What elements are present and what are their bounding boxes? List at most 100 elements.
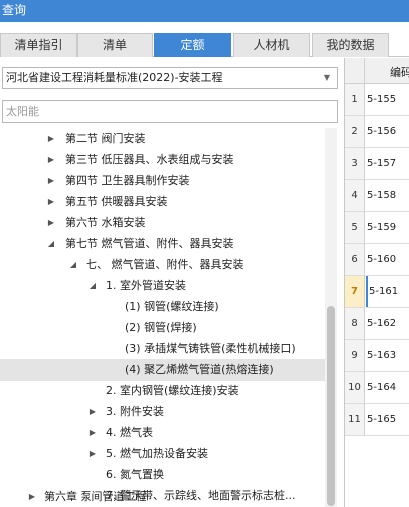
row-number: 8 bbox=[345, 308, 365, 339]
tree-node[interactable]: (2) 钢管(焊接) bbox=[0, 317, 325, 339]
tree-node[interactable]: ▶ 3. 附件安装 bbox=[0, 401, 325, 423]
tree-node[interactable]: ◢ 1. 室外管道安装 bbox=[0, 275, 325, 297]
tree-node-label: 第六章 泵间管道工程 bbox=[44, 490, 147, 503]
tree-node-label: 3. 附件安装 bbox=[106, 405, 164, 418]
tree-node-label: 4. 燃气表 bbox=[106, 426, 153, 439]
tree-scrollbar[interactable] bbox=[325, 128, 337, 507]
tree-node[interactable]: ▶ 第三节 低压器具、水表组成与安装 bbox=[0, 149, 325, 171]
tree-node-selected[interactable]: (4) 聚乙烯燃气管道(热熔连接) bbox=[0, 359, 325, 381]
row-number: 4 bbox=[345, 180, 365, 211]
tree-node[interactable]: ▶ 第四节 卫生器具制作安装 bbox=[0, 170, 325, 192]
table-row[interactable]: 5 5-159 bbox=[345, 212, 409, 244]
tree-node[interactable]: ◢ 第七节 燃气管道、附件、器具安装 bbox=[0, 233, 325, 255]
table-row[interactable]: 11 5-165 bbox=[345, 404, 409, 436]
tree-node[interactable]: ▶ 5. 燃气加热设备安装 bbox=[0, 443, 325, 465]
row-code[interactable]: 5-164 bbox=[367, 372, 396, 403]
tree-node-label: 第二节 阀门安装 bbox=[65, 132, 146, 145]
tree-node[interactable]: (3) 承插煤气铸铁管(柔性机械接口) bbox=[0, 338, 325, 360]
quota-tree: ▶ 第二节 阀门安装 ▶ 第三节 低压器具、水表组成与安装 ▶ 第四节 卫生器具… bbox=[0, 128, 325, 507]
tree-node[interactable]: ▶ 第二节 阀门安装 bbox=[0, 128, 325, 150]
row-number: 2 bbox=[345, 116, 365, 147]
table-row[interactable]: 10 5-164 bbox=[345, 372, 409, 404]
tree-node[interactable]: ▶ 第五节 供暖器具安装 bbox=[0, 191, 325, 213]
row-code[interactable]: 5-165 bbox=[367, 404, 396, 435]
table-row[interactable]: 2 5-156 bbox=[345, 116, 409, 148]
row-number: 6 bbox=[345, 244, 365, 275]
expand-arrow-icon[interactable]: ▶ bbox=[46, 149, 56, 171]
quota-library-select[interactable]: 河北省建设工程消耗量标准(2022)-安装工程 ▼ bbox=[2, 67, 338, 89]
tab-bar: 清单指引 清单 定额 人材机 我的数据 bbox=[0, 33, 409, 57]
table-row[interactable]: 4 5-158 bbox=[345, 180, 409, 212]
row-number: 5 bbox=[345, 212, 365, 243]
tree-node[interactable]: ▶ 第六节 水箱安装 bbox=[0, 212, 325, 234]
row-number-header bbox=[345, 58, 365, 84]
tree-node[interactable]: ◢ 七、 燃气管道、附件、器具安装 bbox=[0, 254, 325, 276]
quota-result-table: 编码 1 5-155 2 5-156 3 5-157 4 5-158 5 5-1… bbox=[344, 58, 409, 507]
tree-node-chapter[interactable]: ▶ 第六章 泵间管道工程 bbox=[0, 486, 325, 507]
tree-node-label: 第三节 低压器具、水表组成与安装 bbox=[65, 153, 234, 166]
expand-arrow-icon[interactable]: ▶ bbox=[88, 401, 98, 423]
tree-node-label: 第七节 燃气管道、附件、器具安装 bbox=[65, 237, 234, 250]
tree-node[interactable]: ▶ 4. 燃气表 bbox=[0, 422, 325, 444]
tree-node[interactable]: 6. 氮气置换 bbox=[0, 464, 325, 486]
expand-arrow-icon[interactable]: ▶ bbox=[88, 422, 98, 444]
row-number: 1 bbox=[345, 84, 365, 115]
row-number: 11 bbox=[345, 404, 365, 435]
row-number: 3 bbox=[345, 148, 365, 179]
table-row-current[interactable]: 7 5-161 bbox=[345, 276, 409, 308]
search-input[interactable] bbox=[2, 100, 338, 123]
expand-arrow-icon[interactable]: ▶ bbox=[46, 191, 56, 213]
row-code[interactable]: 5-155 bbox=[367, 84, 396, 115]
table-header: 编码 bbox=[345, 58, 409, 84]
tree-node-label: 2. 室内钢管(螺纹连接)安装 bbox=[106, 384, 239, 397]
row-code[interactable]: 5-163 bbox=[367, 340, 396, 371]
tree-scrollbar-thumb[interactable] bbox=[327, 306, 335, 506]
tree-node-label: 第六节 水箱安装 bbox=[65, 216, 146, 229]
expand-arrow-icon[interactable]: ▶ bbox=[46, 212, 56, 234]
row-code[interactable]: 5-158 bbox=[367, 180, 396, 211]
tab-bill-guide[interactable]: 清单指引 bbox=[0, 33, 77, 57]
window-title: 查询 bbox=[0, 0, 409, 22]
row-number: 7 bbox=[345, 276, 365, 307]
expand-arrow-icon[interactable]: ▶ bbox=[46, 128, 56, 150]
tab-quota[interactable]: 定额 bbox=[154, 33, 231, 57]
row-code[interactable]: 5-160 bbox=[367, 244, 396, 275]
tree-node[interactable]: (1) 钢管(螺纹连接) bbox=[0, 296, 325, 318]
table-row[interactable]: 9 5-163 bbox=[345, 340, 409, 372]
tree-node-label: 第四节 卫生器具制作安装 bbox=[65, 174, 190, 187]
table-row[interactable]: 6 5-160 bbox=[345, 244, 409, 276]
tree-node-label: (3) 承插煤气铸铁管(柔性机械接口) bbox=[125, 342, 296, 355]
tree-node-label: 七、 燃气管道、附件、器具安装 bbox=[86, 258, 244, 271]
collapse-arrow-icon[interactable]: ◢ bbox=[88, 275, 98, 297]
tree-node[interactable]: 2. 室内钢管(螺纹连接)安装 bbox=[0, 380, 325, 402]
expand-arrow-icon[interactable]: ▶ bbox=[46, 170, 56, 192]
tree-node-label: (4) 聚乙烯燃气管道(热熔连接) bbox=[125, 363, 274, 376]
tree-node-label: (1) 钢管(螺纹连接) bbox=[125, 300, 219, 313]
tab-bill[interactable]: 清单 bbox=[77, 33, 153, 57]
row-code[interactable]: 5-156 bbox=[367, 116, 396, 147]
tree-node-label: 第五节 供暖器具安装 bbox=[65, 195, 168, 208]
table-row[interactable]: 8 5-162 bbox=[345, 308, 409, 340]
quota-library-value: 河北省建设工程消耗量标准(2022)-安装工程 bbox=[6, 71, 223, 84]
row-code[interactable]: 5-161 bbox=[366, 276, 398, 307]
tab-my-data[interactable]: 我的数据 bbox=[312, 33, 389, 57]
row-code[interactable]: 5-162 bbox=[367, 308, 396, 339]
tree-node-label: (2) 钢管(焊接) bbox=[125, 321, 197, 334]
tree-node-label: 6. 氮气置换 bbox=[106, 468, 164, 481]
quota-tree-panel: 河北省建设工程消耗量标准(2022)-安装工程 ▼ ▶ 第二节 阀门安装 ▶ 第… bbox=[0, 58, 343, 507]
tree-node-label: 1. 室外管道安装 bbox=[106, 279, 186, 292]
column-header-code[interactable]: 编码 bbox=[390, 64, 409, 80]
table-row[interactable]: 3 5-157 bbox=[345, 148, 409, 180]
collapse-arrow-icon[interactable]: ◢ bbox=[68, 254, 78, 276]
table-row[interactable]: 1 5-155 bbox=[345, 84, 409, 116]
row-code[interactable]: 5-157 bbox=[367, 148, 396, 179]
row-number: 9 bbox=[345, 340, 365, 371]
row-code[interactable]: 5-159 bbox=[367, 212, 396, 243]
row-number: 10 bbox=[345, 372, 365, 403]
tab-labor-material-machine[interactable]: 人材机 bbox=[233, 33, 310, 57]
tree-node-label: 5. 燃气加热设备安装 bbox=[106, 447, 208, 460]
expand-arrow-icon[interactable]: ▶ bbox=[27, 486, 37, 507]
expand-arrow-icon[interactable]: ▶ bbox=[88, 443, 98, 465]
chevron-down-icon[interactable]: ▼ bbox=[324, 68, 330, 88]
collapse-arrow-icon[interactable]: ◢ bbox=[46, 233, 56, 255]
